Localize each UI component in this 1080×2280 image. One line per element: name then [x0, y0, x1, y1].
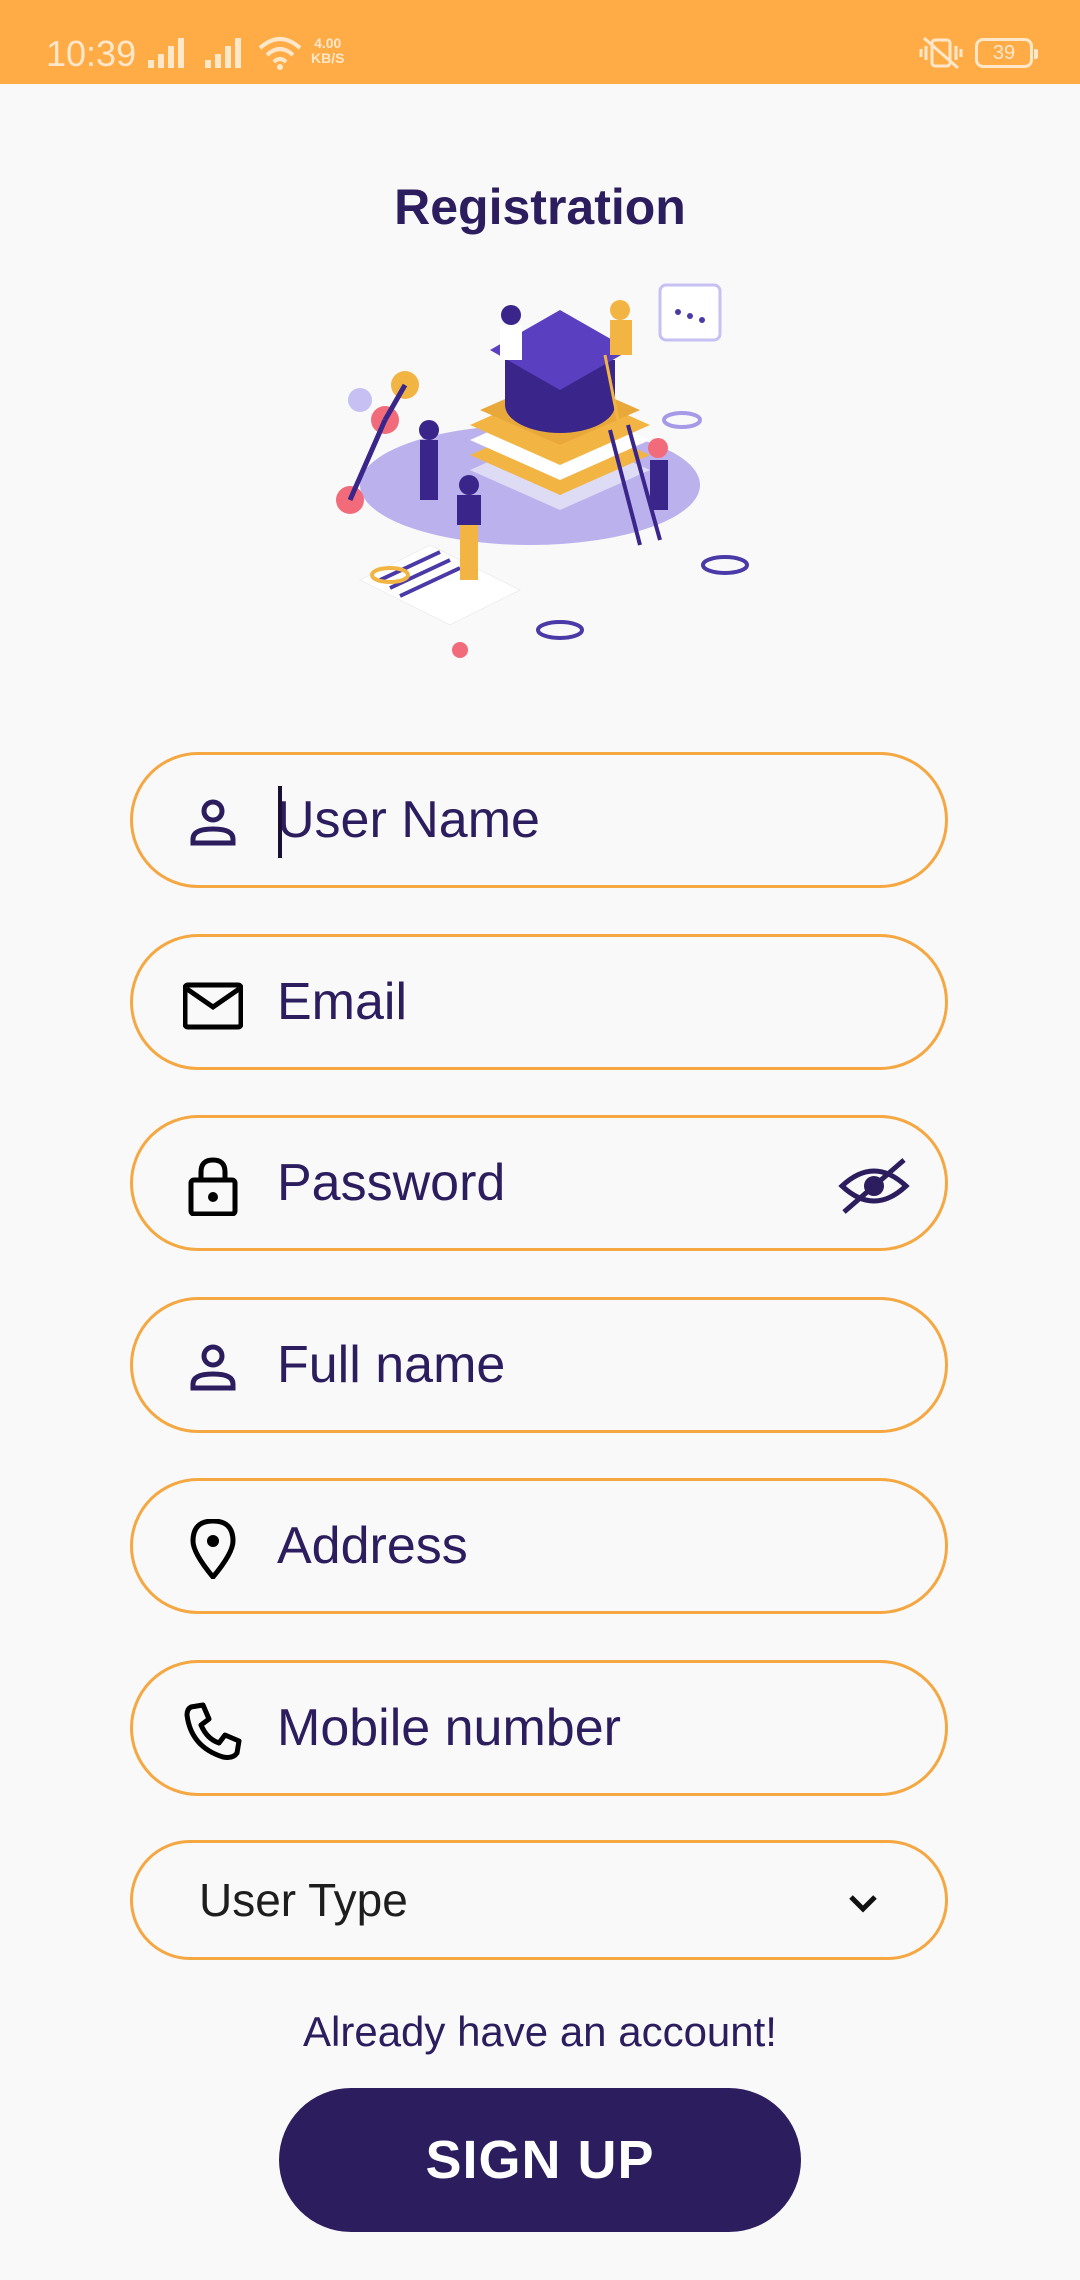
person-icon [190, 799, 236, 846]
email-field[interactable] [130, 934, 948, 1070]
login-link[interactable]: Already have an account! [0, 2008, 1080, 2056]
net-speed-value: 4.00 [314, 35, 342, 51]
page-title: Registration [394, 179, 686, 235]
education-illustration [336, 283, 749, 658]
email-input[interactable] [277, 937, 837, 1067]
signup-button[interactable]: SIGN UP [279, 2088, 801, 2232]
username-field[interactable] [130, 752, 948, 888]
battery-icon: 39 [975, 38, 1038, 68]
mobile-input[interactable] [277, 1663, 837, 1793]
fullname-input[interactable] [277, 1300, 837, 1430]
wifi-icon [258, 37, 302, 70]
user-type-label: User Type [199, 1874, 408, 1926]
password-input[interactable] [277, 1118, 837, 1248]
username-input[interactable] [277, 755, 837, 885]
net-speed-unit: KB/S [311, 50, 345, 66]
address-input[interactable] [277, 1481, 837, 1611]
chevron-down-icon [849, 1895, 877, 1913]
fullname-field[interactable] [130, 1297, 948, 1433]
address-field[interactable] [130, 1478, 948, 1614]
net-speed: 4.00 KB/S [311, 36, 344, 66]
text-cursor [278, 786, 282, 858]
phone-icon [184, 1702, 242, 1760]
password-field[interactable] [130, 1115, 948, 1251]
eye-off-icon[interactable] [838, 1156, 910, 1216]
user-type-select[interactable]: User Type [130, 1840, 948, 1960]
person-icon [190, 1344, 236, 1391]
signal-icon [148, 38, 184, 68]
mail-icon [183, 982, 243, 1030]
location-pin-icon [190, 1519, 236, 1579]
vibrate-mute-icon [919, 36, 963, 70]
mobile-field[interactable] [130, 1660, 948, 1796]
status-time: 10:39 [46, 33, 137, 74]
signal-icon-2 [205, 38, 241, 68]
lock-icon [188, 1157, 238, 1216]
status-bar: 10:39 4.00 KB/S 39 [0, 0, 1080, 84]
